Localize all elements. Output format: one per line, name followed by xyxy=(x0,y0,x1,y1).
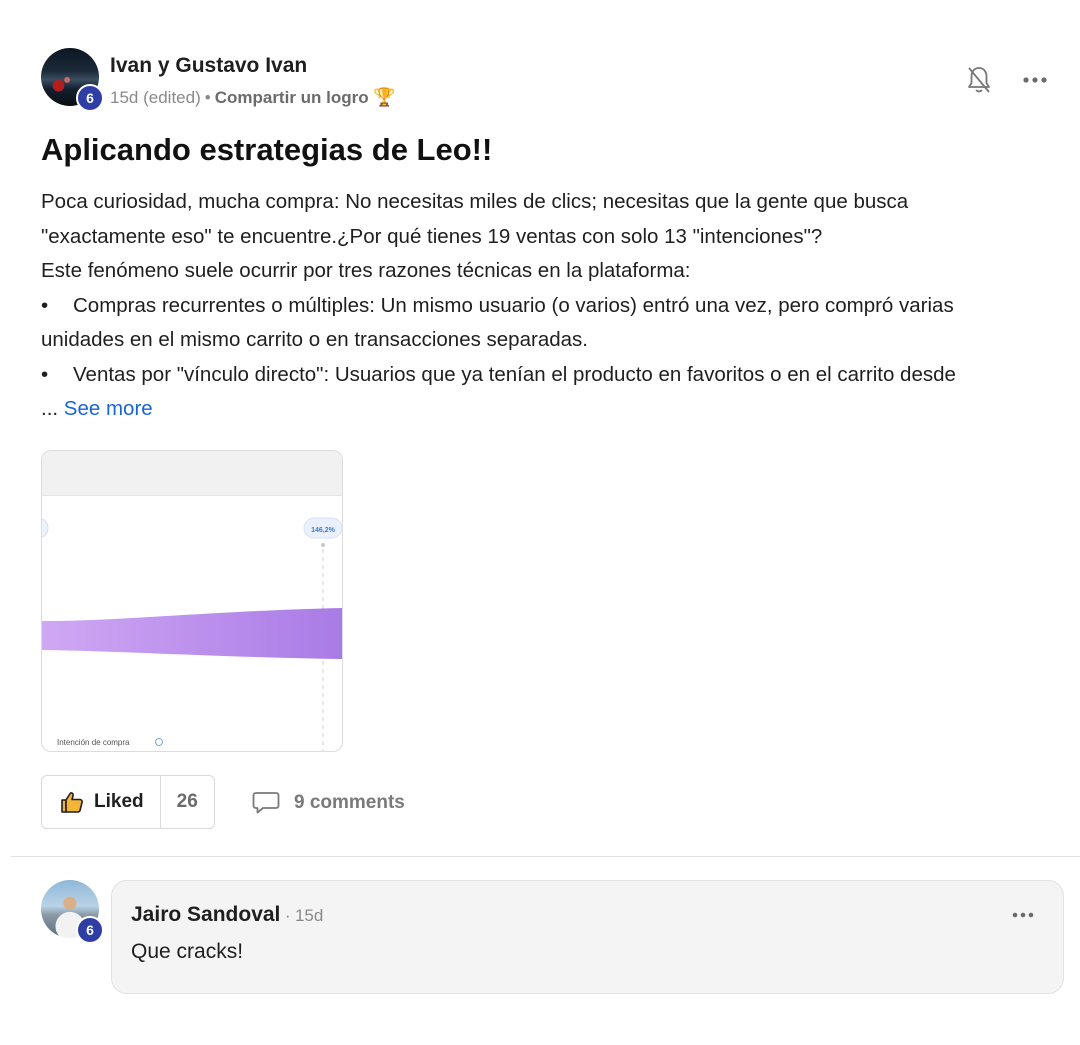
post-meta: 15d (edited) • Compartir un logro 🏆 xyxy=(110,87,396,107)
bullet: • xyxy=(41,362,49,386)
see-more-link[interactable]: See more xyxy=(64,397,153,420)
more-horizontal-icon[interactable] xyxy=(1006,903,1040,927)
comments-button[interactable]: 9 comments xyxy=(252,789,405,817)
author-level: 6 xyxy=(86,90,94,106)
post-body: Poca curiosidad, mucha compra: No necesi… xyxy=(41,185,1071,427)
body-bullet-line: • Compras recurrentes o múltiples: Un mis… xyxy=(41,289,1071,324)
post-author-name[interactable]: Ivan y Gustavo Ivan xyxy=(110,54,307,78)
more-horizontal-icon[interactable] xyxy=(1018,66,1052,94)
section-divider xyxy=(11,856,1080,857)
comment-text: Que cracks! xyxy=(131,940,244,963)
comment-icon xyxy=(252,791,280,815)
body-line: Ventas por "vínculo directo": Usuarios q… xyxy=(73,362,956,386)
post-title: Aplicando estrategias de Leo!! xyxy=(41,132,493,167)
post-time[interactable]: 15d xyxy=(110,88,138,107)
image-label: Intención de compra xyxy=(57,738,130,747)
body-line: unidades en el mismo carrito o en transa… xyxy=(41,328,588,351)
image-badge-value: 146,2% xyxy=(311,527,336,534)
like-count[interactable]: 26 xyxy=(161,776,214,828)
body-line: Compras recurrentes o múltiples: Un mism… xyxy=(73,293,954,317)
comment-separator: · xyxy=(284,906,291,925)
commenter-level-badge: 6 xyxy=(76,916,104,944)
comments-label: 9 comments xyxy=(294,792,405,813)
see-more-line: ... See more xyxy=(41,392,1071,427)
comment-author[interactable]: Jairo Sandoval xyxy=(131,903,280,926)
post-image[interactable]: 146,2% Intención de compra xyxy=(41,450,343,752)
like-control: Liked 26 xyxy=(41,775,215,829)
author-level-badge: 6 xyxy=(76,84,104,112)
ellipsis: ... xyxy=(41,397,59,420)
body-line: "exactamente eso" te encuentre.¿Por qué … xyxy=(41,224,823,248)
comment-header: Jairo Sandoval · 15d xyxy=(131,903,323,927)
image-chart: 146,2% Intención de compra xyxy=(42,451,342,751)
like-button[interactable]: Liked xyxy=(42,776,161,828)
post-edited: (edited) xyxy=(143,88,201,107)
post-category[interactable]: Compartir un logro xyxy=(215,88,369,107)
body-line: Poca curiosidad, mucha compra: No necesi… xyxy=(41,190,909,213)
body-line: Este fenómeno suele ocurrir por tres raz… xyxy=(41,259,691,282)
commenter-level: 6 xyxy=(86,922,94,938)
comment-time[interactable]: 15d xyxy=(295,906,323,925)
like-label: Liked xyxy=(94,791,144,812)
bell-off-icon[interactable] xyxy=(964,64,994,96)
trophy-icon: 🏆 xyxy=(373,87,396,107)
comment-bubble: Jairo Sandoval · 15d Que cracks! xyxy=(111,880,1064,994)
thumbs-up-icon xyxy=(60,791,84,813)
body-bullet-line: • Ventas por "vínculo directo": Usuarios … xyxy=(41,358,1071,393)
bullet: • xyxy=(41,293,49,317)
